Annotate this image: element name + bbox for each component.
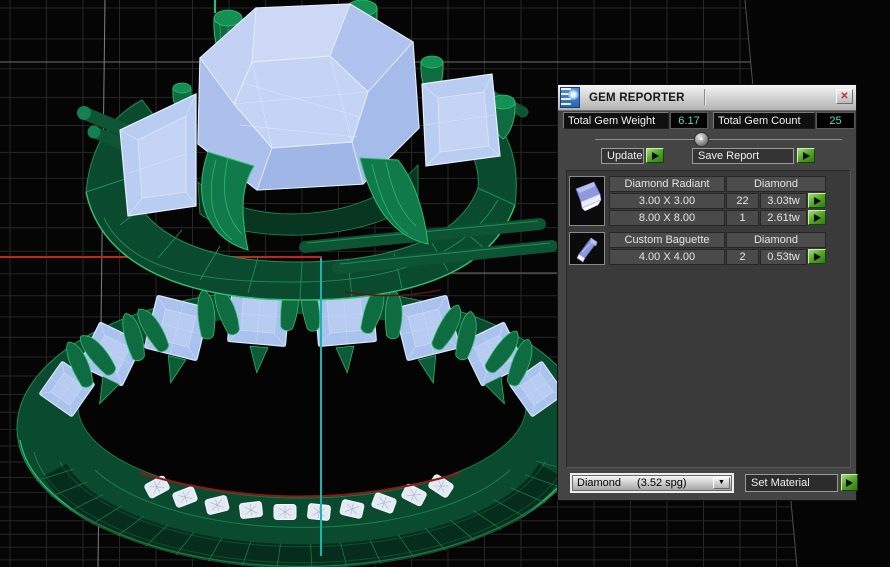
table-row: 4.00 X 4.00 2 0.53tw — [609, 249, 826, 265]
total-gem-count-label: Total Gem Count — [713, 112, 815, 129]
gem-report-icon — [560, 87, 580, 108]
play-icon — [813, 252, 821, 261]
update-button[interactable]: Update — [601, 148, 644, 164]
set-material-go-button[interactable] — [841, 474, 858, 491]
material-select-density: (3.52 spg) — [637, 477, 687, 489]
side-gem-right — [421, 73, 501, 167]
gem-list-panel: Diamond Radiant Diamond 3.00 X 3.00 22 3… — [566, 170, 851, 468]
window-title: GEM REPORTER — [589, 91, 685, 104]
update-go-button[interactable] — [646, 148, 664, 163]
save-report-go-button[interactable] — [797, 148, 815, 163]
material-select[interactable]: Diamond (3.52 spg) ▼ — [570, 473, 734, 493]
gem-size: 3.00 X 3.00 — [609, 193, 725, 209]
gem-count: 2 — [726, 249, 759, 265]
radiant-gem-icon — [569, 176, 605, 226]
gem-weight: 0.53tw — [760, 249, 807, 265]
cut-name-header: Diamond Radiant — [609, 176, 725, 192]
play-icon — [802, 151, 810, 160]
table-row: 3.00 X 3.00 22 3.03tw — [609, 193, 826, 209]
close-icon[interactable]: ✕ — [836, 89, 853, 104]
baguette-gem-icon — [569, 232, 605, 265]
gem-reporter-window: GEM REPORTER ✕ Total Gem Weight 6.17 Tot… — [557, 84, 858, 501]
cut-name-header: Custom Baguette — [609, 232, 725, 248]
material-select-value: Diamond — [577, 477, 622, 489]
gem-size: 8.00 X 8.00 — [609, 210, 725, 226]
table-row: 8.00 X 8.00 1 2.61tw — [609, 210, 826, 226]
total-gem-weight-label: Total Gem Weight — [563, 112, 669, 129]
app-window: GEM REPORTER ✕ Total Gem Weight 6.17 Tot… — [0, 0, 890, 567]
gem-row-go-button[interactable] — [808, 249, 826, 264]
collapse-divider — [595, 139, 842, 140]
gem-weight: 3.03tw — [760, 193, 807, 209]
gem-weight: 2.61tw — [760, 210, 807, 226]
eternity-band-model[interactable] — [16, 281, 588, 567]
play-icon — [846, 478, 853, 487]
gem-size: 4.00 X 4.00 — [609, 249, 725, 265]
total-gem-weight-value: 6.17 — [670, 112, 708, 129]
chevron-down-icon[interactable]: ▼ — [713, 477, 730, 489]
gem-count: 1 — [726, 210, 759, 226]
set-material-button[interactable]: Set Material — [745, 474, 838, 492]
titlebar[interactable]: GEM REPORTER ✕ — [558, 85, 856, 111]
material-header: Diamond — [726, 176, 826, 192]
gem-count: 22 — [726, 193, 759, 209]
collapse-icon[interactable]: ▲ — [694, 132, 709, 147]
play-icon — [651, 151, 659, 160]
gem-row-go-button[interactable] — [808, 210, 826, 225]
gem-row-go-button[interactable] — [808, 193, 826, 208]
save-report-button[interactable]: Save Report — [692, 148, 794, 164]
material-header: Diamond — [726, 232, 826, 248]
titlebar-divider — [704, 89, 706, 105]
total-gem-count-value: 25 — [816, 112, 855, 129]
play-icon — [813, 196, 821, 205]
play-icon — [813, 213, 821, 222]
